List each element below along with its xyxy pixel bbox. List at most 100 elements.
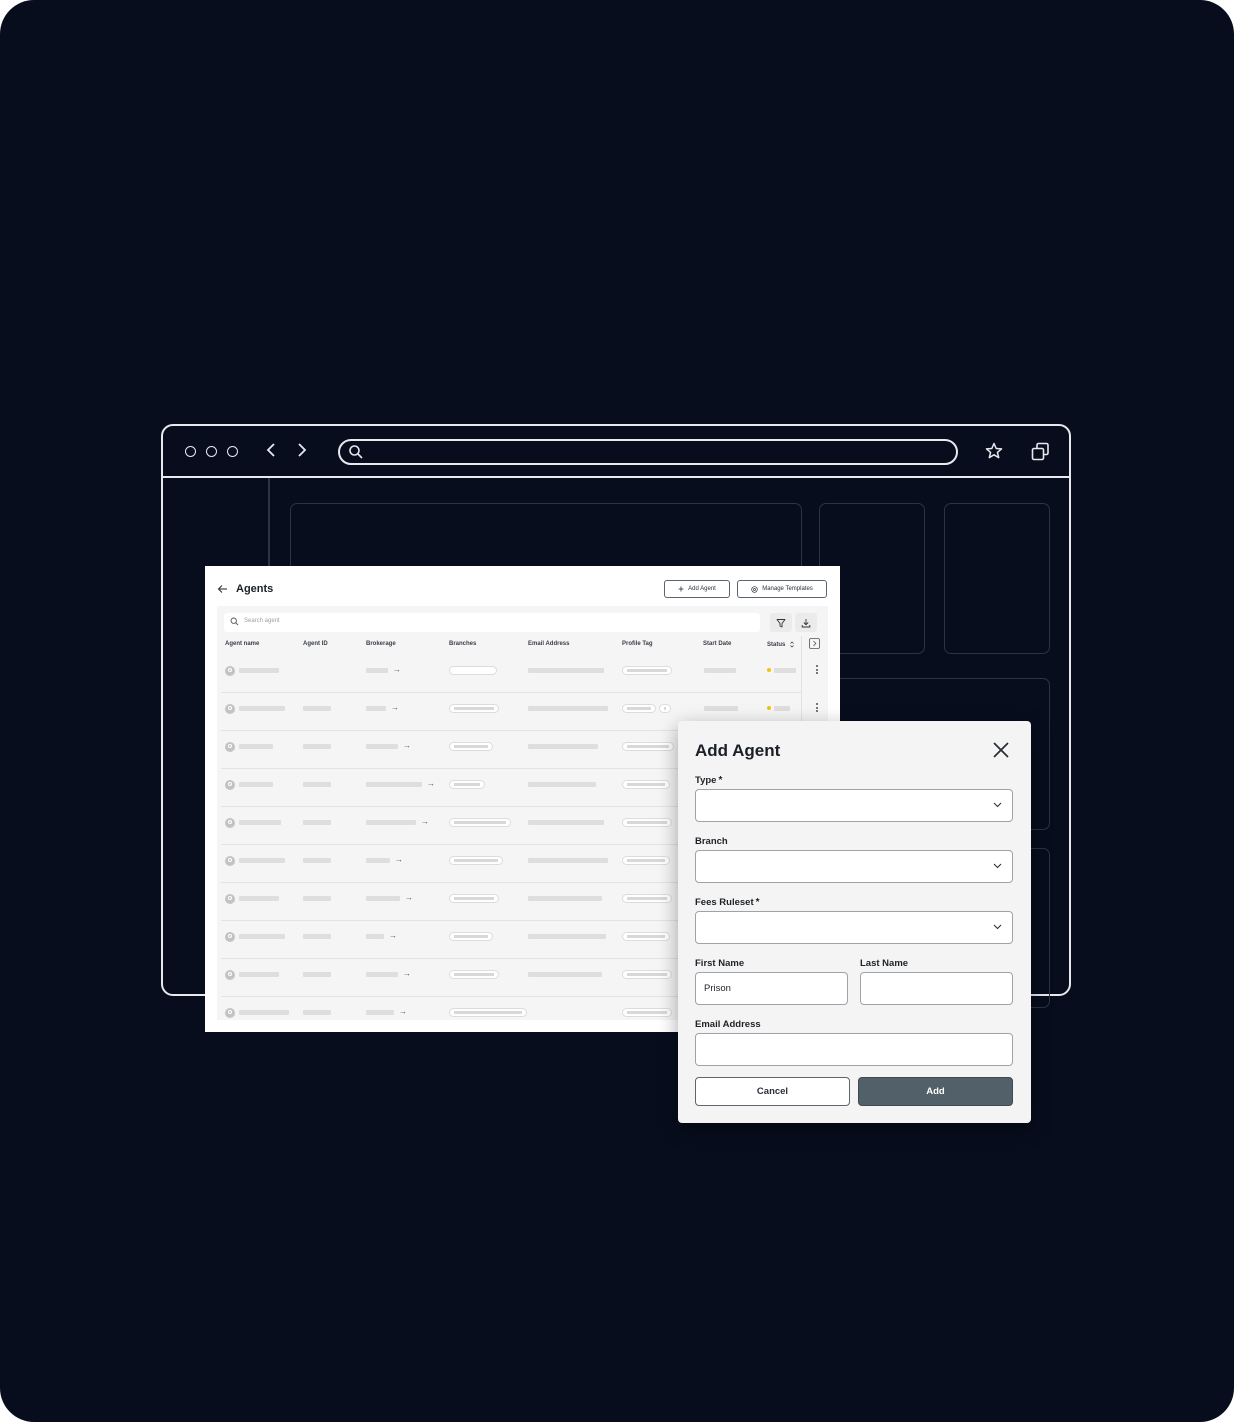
add-button[interactable]: Add bbox=[858, 1077, 1013, 1106]
download-icon bbox=[801, 619, 811, 628]
profile-tag-placeholder bbox=[627, 707, 651, 710]
branch-pill bbox=[449, 818, 511, 827]
more-icon[interactable] bbox=[816, 703, 818, 714]
agent-id-placeholder bbox=[303, 820, 331, 825]
agent-id-placeholder bbox=[303, 744, 331, 749]
agent-name-placeholder bbox=[239, 782, 273, 787]
branch-pill bbox=[449, 856, 503, 865]
last-name-input[interactable] bbox=[860, 972, 1013, 1005]
branch-placeholder bbox=[454, 745, 488, 748]
address-bar[interactable] bbox=[338, 439, 958, 465]
last-name-label: Last Name bbox=[860, 958, 909, 969]
column-start-date[interactable]: Start Date bbox=[703, 641, 731, 647]
start-date-placeholder bbox=[704, 706, 738, 711]
column-email-address[interactable]: Email Address bbox=[528, 641, 569, 647]
profile-tag-pill bbox=[622, 704, 656, 713]
arrow-right-icon[interactable]: → bbox=[427, 780, 435, 788]
email-placeholder bbox=[528, 782, 596, 787]
download-button[interactable] bbox=[795, 613, 817, 632]
profile-tag-placeholder bbox=[627, 973, 667, 976]
branch-placeholder bbox=[454, 783, 480, 786]
arrow-right-icon[interactable]: → bbox=[421, 818, 429, 826]
table-row[interactable]: → bbox=[221, 654, 818, 693]
arrow-right-icon[interactable]: → bbox=[393, 666, 401, 674]
agent-name-placeholder bbox=[239, 706, 285, 711]
email-placeholder bbox=[528, 896, 602, 901]
branch-pill bbox=[449, 704, 499, 713]
first-name-input[interactable]: Prison bbox=[695, 972, 848, 1005]
email-address-input[interactable] bbox=[695, 1033, 1013, 1066]
branch-label: Branch bbox=[695, 836, 728, 847]
back-arrow-icon[interactable] bbox=[217, 584, 228, 594]
branch-pill bbox=[449, 742, 493, 751]
agent-id-placeholder bbox=[303, 782, 331, 787]
profile-tag-placeholder bbox=[627, 745, 669, 748]
avatar-icon bbox=[225, 970, 235, 980]
column-agent-id[interactable]: Agent ID bbox=[303, 641, 328, 647]
window-dot-icon[interactable] bbox=[227, 446, 238, 457]
agent-name-placeholder bbox=[239, 744, 273, 749]
avatar-icon bbox=[225, 856, 235, 866]
column-profile-tag[interactable]: Profile Tag bbox=[622, 641, 653, 647]
email-placeholder bbox=[528, 820, 604, 825]
agent-id-placeholder bbox=[303, 706, 331, 711]
sort-icon bbox=[790, 641, 794, 648]
arrow-right-icon[interactable]: → bbox=[395, 856, 403, 864]
profile-tag-placeholder bbox=[627, 935, 665, 938]
agent-id-placeholder bbox=[303, 934, 331, 939]
branch-placeholder bbox=[454, 973, 494, 976]
brokerage-placeholder bbox=[366, 668, 388, 673]
column-branches[interactable]: Branches bbox=[449, 641, 476, 647]
brokerage-placeholder bbox=[366, 972, 398, 977]
manage-templates-button[interactable]: Manage Templates bbox=[737, 580, 827, 598]
filter-button[interactable] bbox=[770, 613, 792, 632]
star-icon[interactable] bbox=[985, 442, 1003, 460]
arrow-right-icon[interactable]: → bbox=[405, 894, 413, 902]
avatar-icon bbox=[225, 932, 235, 942]
search-agent-input[interactable]: Search agent bbox=[224, 613, 760, 632]
arrow-right-icon[interactable]: → bbox=[399, 1008, 407, 1016]
column-status[interactable]: Status bbox=[767, 641, 794, 648]
status-dot bbox=[767, 706, 771, 710]
profile-tag-placeholder bbox=[664, 707, 666, 710]
avatar-icon bbox=[225, 704, 235, 714]
add-agent-button[interactable]: Add Agent bbox=[664, 580, 730, 598]
branch-select[interactable] bbox=[695, 850, 1013, 883]
branch-placeholder bbox=[454, 859, 498, 862]
profile-tag-pill bbox=[622, 970, 672, 979]
first-name-label: First Name bbox=[695, 958, 745, 969]
arrow-right-icon[interactable]: → bbox=[389, 932, 397, 940]
agent-name-placeholder bbox=[239, 1010, 289, 1015]
close-icon[interactable] bbox=[991, 740, 1011, 760]
status-placeholder bbox=[774, 668, 796, 673]
profile-tag-placeholder bbox=[627, 821, 667, 824]
arrow-right-icon[interactable]: → bbox=[403, 742, 411, 750]
copy-icon[interactable] bbox=[1031, 442, 1050, 461]
arrow-right-icon[interactable]: → bbox=[391, 704, 399, 712]
type-select[interactable] bbox=[695, 789, 1013, 822]
profile-tag-placeholder bbox=[627, 1011, 667, 1014]
column-brokerage[interactable]: Brokerage bbox=[366, 641, 396, 647]
required-marker: * bbox=[718, 775, 723, 786]
chevron-left-icon[interactable] bbox=[265, 442, 277, 458]
brokerage-placeholder bbox=[366, 706, 386, 711]
agent-id-placeholder bbox=[303, 896, 331, 901]
chevron-right-icon[interactable] bbox=[296, 442, 308, 458]
expand-columns-icon[interactable] bbox=[809, 638, 820, 649]
profile-tag-pill bbox=[622, 1008, 672, 1017]
arrow-right-icon[interactable]: → bbox=[403, 970, 411, 978]
brokerage-placeholder bbox=[366, 744, 398, 749]
agent-name-placeholder bbox=[239, 858, 285, 863]
window-dot-icon[interactable] bbox=[185, 446, 196, 457]
branch-pill bbox=[449, 1008, 527, 1017]
cancel-button[interactable]: Cancel bbox=[695, 1077, 850, 1106]
column-status-label: Status bbox=[767, 642, 786, 649]
email-placeholder bbox=[528, 668, 604, 673]
more-icon[interactable] bbox=[816, 665, 818, 676]
add-agent-label: Add Agent bbox=[688, 586, 716, 592]
fees-ruleset-select[interactable] bbox=[695, 911, 1013, 944]
settings-icon bbox=[751, 585, 758, 593]
window-dot-icon[interactable] bbox=[206, 446, 217, 457]
column-agent-name[interactable]: Agent name bbox=[225, 641, 259, 647]
profile-tag-placeholder bbox=[627, 859, 665, 862]
